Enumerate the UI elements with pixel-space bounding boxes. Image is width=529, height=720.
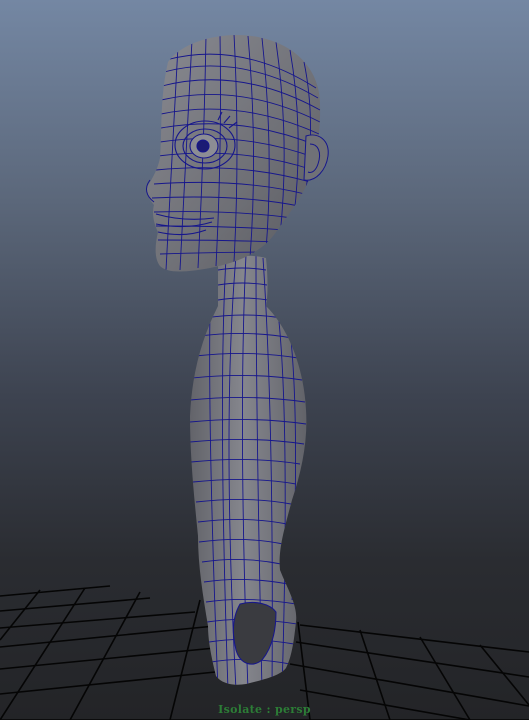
scene-3d-view[interactable] xyxy=(0,0,529,720)
isolate-camera-label: Isolate : persp xyxy=(218,703,311,716)
ear xyxy=(303,134,329,181)
head-mesh xyxy=(146,35,321,272)
maya-perspective-viewport[interactable]: Isolate : persp xyxy=(0,0,529,720)
